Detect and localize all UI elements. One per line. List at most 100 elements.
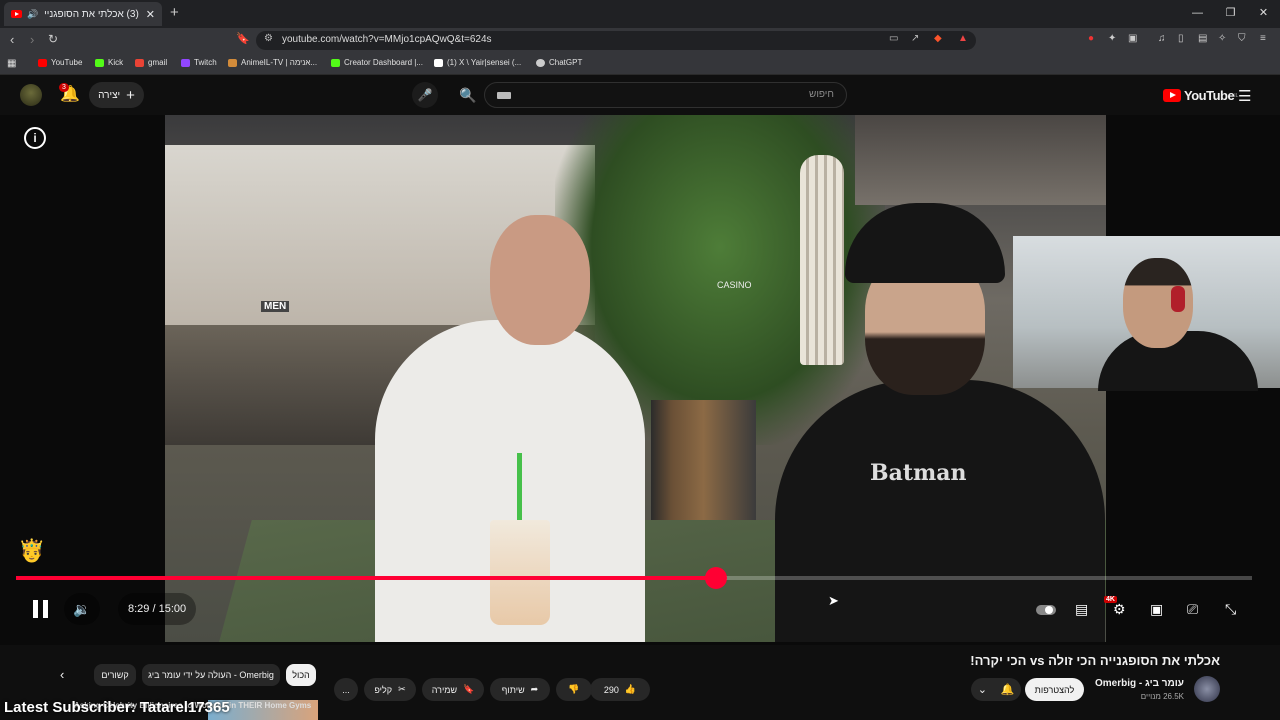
back-icon[interactable]: ‹	[10, 32, 14, 47]
dislike-button[interactable]: 👎	[556, 678, 592, 701]
chips-left-chevron-icon[interactable]: ‹	[60, 667, 64, 682]
share-icon[interactable]: ↗	[911, 33, 919, 44]
vpn-icon[interactable]: ⛉	[1238, 33, 1246, 44]
miniplayer-icon[interactable]: ▣	[1150, 601, 1163, 618]
subtitles-icon[interactable]: ▤	[1075, 601, 1088, 618]
more-icon: ...	[342, 684, 350, 695]
thumbs-up-icon: 👍	[624, 684, 637, 694]
create-label: יצירה	[98, 89, 121, 101]
channel-name[interactable]: עומר ביג - Omerbig	[1095, 678, 1184, 689]
channel-avatar[interactable]	[1194, 676, 1220, 702]
address-bar[interactable]: ⚙ youtube.com/watch?v=MMjo1cpAQwQ&t=624s…	[256, 31, 976, 50]
youtube-favicon-icon	[11, 10, 22, 18]
leo-ai-icon[interactable]: ✧	[1218, 33, 1226, 44]
bookmarks-bar: ▦ YouTube Kick gmail Twitch AnimeIL-TV |…	[0, 52, 1280, 75]
wallet-icon[interactable]: ▤	[1198, 33, 1207, 44]
subscribe-button[interactable]: להצטרפות	[1025, 678, 1084, 701]
bell-icon: 🔔	[1000, 684, 1015, 696]
channel-watermark-icon[interactable]: 🤴	[18, 538, 45, 564]
notification-preferences-button[interactable]: ⌄ 🔔	[971, 678, 1021, 701]
played-bar	[16, 576, 716, 580]
voice-search-button[interactable]: 🎤	[412, 82, 438, 108]
apps-icon[interactable]: ▦	[7, 58, 16, 69]
extension-record-icon[interactable]: ●	[1088, 33, 1094, 44]
bookmark-anime[interactable]: AnimeIL-TV | אנימה...	[228, 58, 317, 67]
bookmark-twitch[interactable]: Twitch	[181, 58, 217, 67]
save-label: שמירה	[431, 684, 458, 695]
bookmark-youtube[interactable]: YouTube	[38, 58, 82, 67]
straw	[517, 453, 522, 528]
subscriber-count: 26.5K מנויים	[1140, 692, 1184, 701]
chevron-down-icon: ⌄	[977, 684, 987, 696]
chip-uploaded-by[interactable]: העולה על ידי עומר ביג - Omerbig	[142, 664, 280, 686]
video-frame[interactable]: MEN CASINO Batman	[165, 115, 1106, 642]
account-avatar[interactable]	[20, 84, 42, 106]
new-tab-button[interactable]: +	[170, 4, 179, 21]
search-placeholder: חיפוש	[809, 89, 834, 100]
screen-icon[interactable]: ▭	[889, 33, 898, 44]
youtube-logo[interactable]: YouTube IL	[1163, 88, 1238, 103]
share-button[interactable]: שיתוף ➦	[490, 678, 550, 701]
brave-shield-icon[interactable]: ◆	[934, 33, 942, 44]
restore-icon[interactable]: ❐	[1214, 0, 1247, 28]
thumbs-down-icon: 👎	[568, 684, 580, 694]
extension-box-icon[interactable]: ▣	[1128, 33, 1137, 44]
minimize-icon[interactable]: —	[1181, 0, 1214, 28]
info-icon[interactable]: i	[24, 127, 46, 149]
latest-subscriber-overlay: Latest Subscriber: Tatarel17365	[4, 699, 230, 716]
browser-tab-bar: 🔊 (3) אכלתי את הסופגנייה הכי ... ✕ + — ❐…	[0, 0, 1280, 28]
brave-rewards-icon[interactable]: ▲	[958, 33, 968, 44]
bookmark-icon[interactable]: 🔖	[236, 32, 250, 45]
chip-related[interactable]: קשורים	[94, 664, 136, 686]
close-tab-icon[interactable]: ✕	[146, 8, 155, 21]
speaker-icon[interactable]: 🔊	[27, 9, 38, 20]
black-cap	[845, 203, 1005, 283]
store-sign: MEN	[261, 301, 290, 312]
pause-button[interactable]	[28, 597, 52, 621]
search-button[interactable]: 🔍	[452, 82, 484, 108]
bookmark-x[interactable]: (1) X \ Yair|sensei (...	[434, 58, 521, 67]
black-jacket	[775, 380, 1105, 642]
tab-title: (3) אכלתי את הסופגנייה הכי ...	[44, 8, 139, 20]
scrubber-handle[interactable]	[704, 567, 727, 589]
volume-button[interactable]: 🔉	[64, 593, 100, 625]
more-actions-button[interactable]: ...	[334, 678, 358, 701]
autoplay-toggle[interactable]	[1036, 605, 1056, 615]
share-label: שיתוף	[501, 684, 525, 695]
site-settings-icon[interactable]: ⚙	[264, 33, 273, 44]
video-player[interactable]: MEN CASINO Batman i 🤴 🔉 8:29 / 15:00 ▤ ⚙…	[0, 115, 1280, 645]
volume-icon: 🔉	[73, 600, 91, 617]
progress-bar[interactable]	[16, 567, 1252, 589]
scissors-icon: ✂	[398, 684, 406, 694]
guide-menu-icon[interactable]: ☰	[1238, 87, 1251, 105]
window-controls: — ❐ ✕	[1181, 0, 1280, 28]
exit-fullscreen-icon[interactable]: ⤡	[1225, 601, 1236, 618]
like-button[interactable]: 290 👍	[590, 678, 650, 701]
bookmark-gmail[interactable]: gmail	[135, 58, 167, 67]
keyboard-icon[interactable]	[497, 92, 511, 99]
forward-icon[interactable]: ›	[30, 32, 34, 47]
create-button[interactable]: יצירה +	[89, 82, 144, 108]
bookmark-kick[interactable]: Kick	[95, 58, 123, 67]
bookmark-chatgpt[interactable]: ChatGPT	[536, 58, 582, 67]
search-icon: 🔍	[459, 86, 477, 103]
media-icon[interactable]: ♫	[1158, 33, 1166, 44]
reload-icon[interactable]: ↻	[48, 32, 58, 46]
chip-all[interactable]: הכול	[286, 664, 316, 686]
clip-button[interactable]: קליפ ✂	[364, 678, 416, 701]
cast-icon[interactable]: ⎚	[1187, 601, 1198, 618]
settings-gear-icon[interactable]: ⚙	[1113, 601, 1126, 618]
menu-icon[interactable]: ≡	[1260, 33, 1266, 44]
browser-tab[interactable]: 🔊 (3) אכלתי את הסופגנייה הכי ... ✕	[4, 2, 162, 26]
extension-puzzle-icon[interactable]: ✦	[1108, 33, 1116, 44]
search-input[interactable]: חיפוש	[484, 82, 847, 108]
person-left-head	[490, 215, 590, 345]
save-button[interactable]: שמירה 🔖	[422, 678, 484, 701]
bookmark-creator-dashboard[interactable]: Creator Dashboard |...	[331, 58, 423, 67]
close-window-icon[interactable]: ✕	[1247, 0, 1280, 28]
cafe-sign: CASINO	[717, 280, 752, 290]
video-title: אכלתי את הסופגנייה הכי זולה vs הכי יקרה!	[970, 653, 1220, 668]
time-display: 8:29 / 15:00	[118, 593, 197, 625]
mouse-cursor-icon: ➤	[828, 593, 839, 608]
sidebar-icon[interactable]: ▯	[1178, 33, 1184, 44]
